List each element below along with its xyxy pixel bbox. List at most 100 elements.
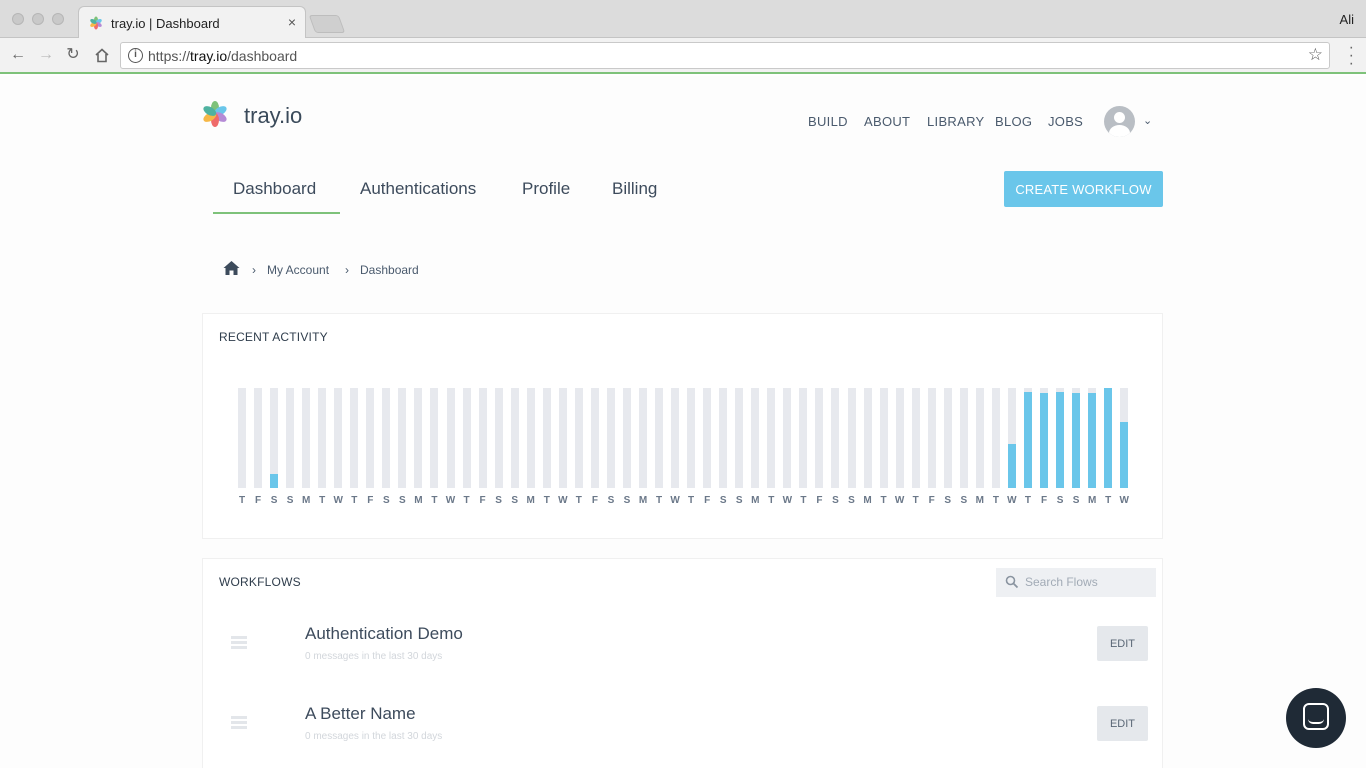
- reload-icon[interactable]: ↻: [63, 45, 83, 65]
- activity-bar: [863, 388, 872, 488]
- browser-toolbar: ← → ↻ i https://tray.io/dashboard ☆ · · ·: [0, 38, 1366, 74]
- back-icon[interactable]: ←: [8, 45, 28, 65]
- browser-user-label[interactable]: Ali: [1340, 12, 1354, 27]
- activity-bar: [478, 388, 487, 488]
- browser-tab-bar: tray.io | Dashboard × Ali: [0, 0, 1366, 39]
- day-label: F: [254, 495, 262, 506]
- day-label: T: [543, 495, 550, 506]
- day-label: S: [944, 495, 952, 506]
- nav-jobs[interactable]: JOBS: [1048, 114, 1083, 129]
- day-label: W: [1119, 495, 1129, 506]
- day-label: S: [960, 495, 968, 506]
- day-label: T: [688, 495, 695, 506]
- tab-close-icon[interactable]: ×: [288, 14, 296, 30]
- activity-bar-fill: [1023, 392, 1032, 488]
- day-label: T: [1105, 495, 1112, 506]
- activity-bar: [494, 388, 503, 488]
- activity-bar-fill: [1088, 393, 1097, 488]
- breadcrumb-my-account[interactable]: My Account: [267, 263, 329, 277]
- activity-bar: [831, 388, 840, 488]
- tab-dashboard[interactable]: Dashboard: [233, 179, 316, 199]
- day-label: T: [655, 495, 663, 506]
- day-label: F: [816, 495, 823, 506]
- create-workflow-button[interactable]: CREATE WORKFLOW: [1004, 171, 1163, 207]
- page: tray.io BUILD ABOUT LIBRARY BLOG JOBS ⌄ …: [0, 76, 1366, 768]
- day-label: M: [751, 495, 760, 506]
- search-input[interactable]: [1025, 572, 1151, 592]
- activity-bar: [1120, 388, 1129, 488]
- day-label: S: [1056, 495, 1064, 506]
- day-label: M: [975, 495, 984, 506]
- activity-bar-fill: [1104, 388, 1113, 488]
- breadcrumb-separator: ›: [345, 263, 349, 277]
- window-minimize-button[interactable]: [32, 13, 44, 25]
- tab-authentications[interactable]: Authentications: [360, 179, 476, 199]
- browser-tab[interactable]: tray.io | Dashboard ×: [78, 6, 306, 39]
- day-label: S: [270, 495, 278, 506]
- chat-widget-button[interactable]: [1286, 688, 1346, 748]
- edit-button[interactable]: EDIT: [1097, 626, 1148, 661]
- activity-bar: [462, 388, 471, 488]
- activity-bar: [815, 388, 824, 488]
- url-text[interactable]: https://tray.io/dashboard: [148, 48, 297, 64]
- breadcrumb-separator: ›: [252, 263, 256, 277]
- site-info-icon[interactable]: i: [128, 48, 143, 63]
- workflow-subtitle: 0 messages in the last 30 days: [305, 731, 443, 742]
- day-label: T: [1024, 495, 1031, 506]
- tray-logo-icon[interactable]: [201, 100, 229, 128]
- day-label: T: [575, 495, 582, 506]
- activity-bar: [350, 388, 359, 488]
- day-label: W: [1007, 495, 1017, 506]
- tab-billing[interactable]: Billing: [612, 179, 657, 199]
- day-label: S: [735, 495, 743, 506]
- edit-button[interactable]: EDIT: [1097, 706, 1148, 741]
- workflow-name[interactable]: A Better Name: [305, 704, 416, 724]
- home-button-icon[interactable]: [94, 48, 110, 63]
- nav-blog[interactable]: BLOG: [995, 114, 1032, 129]
- bookmark-star-icon[interactable]: ☆: [1308, 45, 1323, 65]
- day-label: M: [301, 495, 311, 506]
- avatar[interactable]: [1104, 106, 1135, 137]
- day-label: S: [286, 495, 294, 506]
- activity-bar: [398, 388, 407, 488]
- browser-menu-icon[interactable]: · · ·: [1349, 40, 1354, 72]
- day-label: T: [880, 495, 887, 506]
- activity-bar: [943, 388, 952, 488]
- activity-bar: [751, 388, 760, 488]
- day-label: W: [670, 495, 680, 506]
- nav-library[interactable]: LIBRARY: [927, 114, 985, 129]
- tab-profile[interactable]: Profile: [522, 179, 570, 199]
- forward-icon[interactable]: →: [36, 45, 56, 65]
- home-icon[interactable]: [223, 260, 240, 276]
- nav-build[interactable]: BUILD: [808, 114, 848, 129]
- window-close-button[interactable]: [12, 13, 24, 25]
- drag-handle-icon[interactable]: [231, 716, 247, 730]
- activity-bar: [639, 388, 647, 488]
- activity-bar: [687, 388, 696, 488]
- chevron-down-icon[interactable]: ⌄: [1143, 114, 1152, 127]
- day-label: F: [591, 495, 598, 506]
- tab-title: tray.io | Dashboard: [111, 16, 220, 31]
- activity-bar-fill: [1072, 393, 1081, 488]
- address-bar[interactable]: i https://tray.io/dashboard ☆: [120, 42, 1330, 69]
- activity-bar: [286, 388, 295, 488]
- day-label: M: [526, 495, 535, 506]
- activity-bar: [302, 388, 311, 488]
- workflow-name[interactable]: Authentication Demo: [305, 624, 463, 644]
- activity-bar: [622, 388, 631, 488]
- day-label: S: [848, 495, 855, 506]
- day-label: T: [431, 495, 438, 506]
- activity-bar-fill: [1056, 392, 1065, 488]
- brand-name[interactable]: tray.io: [244, 103, 302, 129]
- window-zoom-button[interactable]: [52, 13, 64, 25]
- search-icon: [1005, 575, 1019, 589]
- day-label: W: [445, 495, 456, 506]
- drag-handle-icon[interactable]: [231, 636, 247, 650]
- new-tab-button[interactable]: [308, 15, 346, 33]
- day-label: S: [383, 495, 390, 506]
- activity-bar: [366, 388, 375, 488]
- activity-bar: [991, 388, 1000, 488]
- nav-about[interactable]: ABOUT: [864, 114, 910, 129]
- day-label: S: [832, 495, 839, 506]
- activity-bar: [1007, 388, 1016, 488]
